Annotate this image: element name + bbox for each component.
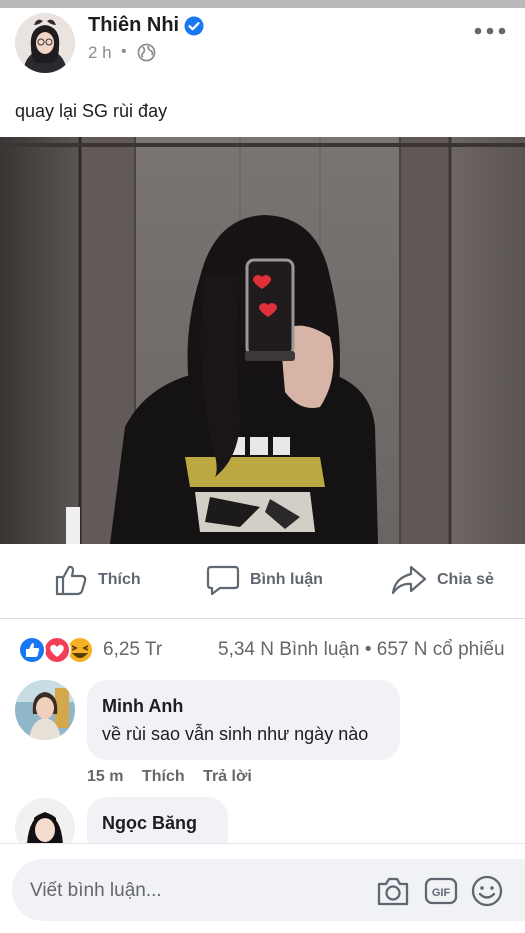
comment-item: Ngọc Băng [0, 797, 525, 843]
comment-bubble[interactable]: Minh Anh về rùi sao vẫn sinh như ngày nà… [87, 680, 400, 760]
post-header: Thiên Nhi 2 h • [0, 8, 525, 76]
gif-label: GIF [432, 887, 451, 899]
comment-input[interactable]: Viết bình luận... GIF [12, 859, 525, 921]
reactions-row[interactable]: 6,25 Tr 5,34 N Bình luận • 657 N cổ phiế… [0, 630, 525, 668]
comment-bubble[interactable]: Ngọc Băng [87, 797, 228, 843]
comment-time: 15 m [87, 768, 124, 785]
commenter-name[interactable]: Ngọc Băng [102, 813, 197, 834]
engagement-stats[interactable]: 5,34 N Bình luận • 657 N cổ phiếu [218, 639, 505, 661]
commenter-name[interactable]: Minh Anh [102, 696, 183, 717]
verified-badge-icon [184, 16, 204, 36]
reaction-count[interactable]: 6,25 Tr [103, 639, 162, 661]
love-icon [43, 636, 71, 664]
reaction-icons [18, 636, 94, 664]
globe-icon [137, 43, 156, 62]
share-label: Chia sẻ [437, 571, 494, 588]
comment-meta: 15 m Thích Trả lời [87, 768, 266, 786]
post-caption: quay lại SG rùi đay [15, 101, 168, 121]
author-avatar[interactable] [15, 13, 75, 73]
comment-item: Minh Anh về rùi sao vẫn sinh như ngày nà… [0, 680, 525, 790]
author-name[interactable]: Thiên Nhi [88, 14, 179, 37]
divider [0, 618, 525, 619]
camera-icon[interactable] [375, 873, 411, 909]
share-arrow-icon [391, 565, 427, 595]
post-photo[interactable] [0, 137, 525, 544]
comment-reply-link[interactable]: Trả lời [203, 768, 252, 785]
share-button[interactable]: Chia sẻ [391, 548, 494, 612]
like-label: Thích [98, 571, 141, 588]
comment-label: Bình luận [250, 571, 323, 588]
more-options-icon[interactable] [470, 24, 510, 38]
comment-composer: Viết bình luận... GIF [0, 843, 525, 933]
comment-button[interactable]: Bình luận [206, 548, 323, 612]
post-time[interactable]: 2 h [88, 43, 112, 63]
like-button[interactable]: Thích [54, 548, 141, 612]
comment-bubble-icon [206, 565, 240, 596]
comment-text: về rùi sao vẫn sinh như ngày nào [102, 724, 369, 744]
commenter-avatar[interactable] [15, 680, 75, 740]
comment-like-link[interactable]: Thích [142, 768, 185, 785]
comment-input-placeholder: Viết bình luận... [30, 880, 162, 901]
like-icon [18, 636, 46, 664]
emoji-icon[interactable] [469, 873, 505, 909]
separator-dot: • [121, 43, 127, 60]
status-bar [0, 0, 525, 8]
commenter-avatar[interactable] [15, 798, 75, 843]
gif-button[interactable]: GIF [423, 873, 459, 909]
thumb-up-icon [55, 565, 87, 596]
post-action-bar: Thích Bình luận Chia sẻ [0, 548, 525, 612]
